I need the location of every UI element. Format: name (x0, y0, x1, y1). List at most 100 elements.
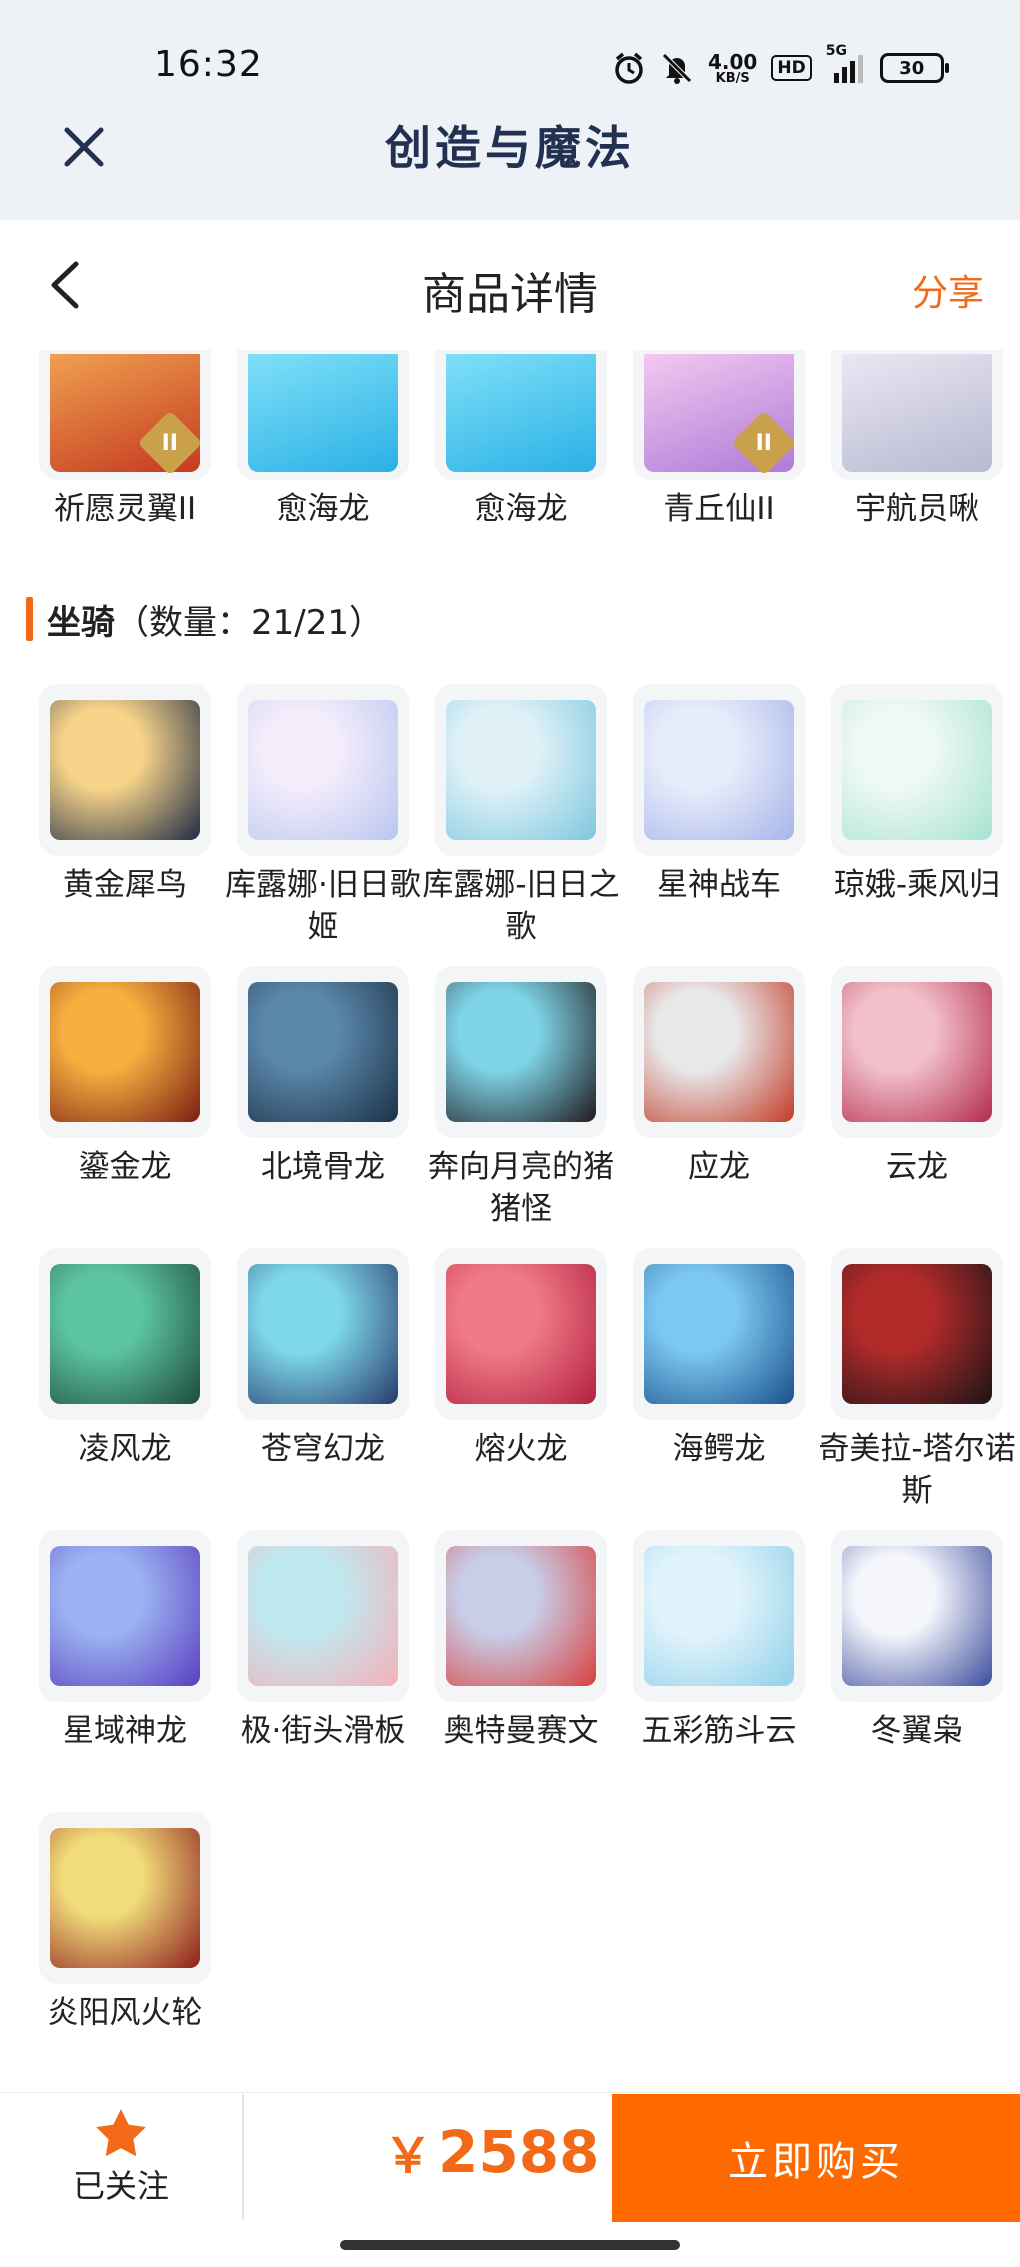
mount-item[interactable]: 奔向月亮的猪猪怪 (422, 966, 620, 1230)
mount-label: 凌风龙 (78, 1431, 172, 1467)
mount-image (446, 1546, 596, 1686)
mount-item[interactable]: 北境骨龙 (224, 966, 422, 1230)
mount-label: 奥特曼赛文 (443, 1713, 599, 1749)
mount-thumbnail (237, 1248, 409, 1420)
mount-image (248, 1546, 398, 1686)
mount-item[interactable]: 奥特曼赛文 (422, 1530, 620, 1752)
mount-item[interactable]: 琼娥-乘风归 (818, 684, 1016, 948)
mount-item[interactable]: 炎阳风火轮 (26, 1812, 224, 2034)
item-label: 宇航员啾 (855, 491, 979, 527)
mount-item[interactable]: 库露娜·旧日歌姬 (224, 684, 422, 948)
prev-item[interactable]: 愈海龙 (224, 350, 422, 530)
mount-image (644, 1264, 794, 1404)
mount-item[interactable]: 黄金犀鸟 (26, 684, 224, 948)
mount-image (248, 982, 398, 1122)
share-button[interactable]: 分享 (912, 264, 984, 316)
mounts-row: 凌风龙 苍穹幻龙 熔火龙 海鳄龙 奇美拉-塔尔诺斯 (26, 1248, 1016, 1512)
mount-item[interactable]: 冬翼枭 (818, 1530, 1016, 1752)
follow-label: 已关注 (72, 2167, 169, 2205)
mount-thumbnail (39, 966, 211, 1138)
mount-image (446, 1264, 596, 1404)
alarm-icon (612, 51, 646, 85)
mount-thumbnail (633, 684, 805, 856)
mount-label: 库露娜·旧日歌姬 (225, 867, 421, 945)
status-icons: 4.00 KB/S HD 5G 30 (612, 43, 949, 92)
mount-thumbnail (237, 1530, 409, 1702)
prev-item[interactable]: 宇航员啾 (818, 350, 1016, 530)
item-thumbnail: II (633, 350, 805, 480)
mount-item[interactable]: 奇美拉-塔尔诺斯 (818, 1248, 1016, 1512)
mount-item[interactable]: 鎏金龙 (26, 966, 224, 1230)
mount-item[interactable]: 海鳄龙 (620, 1248, 818, 1512)
section-title: 坐骑 (47, 602, 115, 643)
mount-label: 极·街头滑板 (240, 1713, 406, 1749)
mount-thumbnail (633, 1248, 805, 1420)
prev-item[interactable]: 愈海龙 (422, 350, 620, 530)
item-thumbnail (435, 350, 607, 480)
mount-item[interactable]: 应龙 (620, 966, 818, 1230)
mount-image (842, 1546, 992, 1686)
mount-thumbnail (633, 1530, 805, 1702)
section-accent-bar (26, 597, 33, 641)
mount-item[interactable]: 星域神龙 (26, 1530, 224, 1752)
price-value: 2588 (438, 2118, 600, 2186)
signal-icon: 5G (826, 43, 866, 85)
mount-label: 应龙 (688, 1149, 750, 1185)
follow-button[interactable]: 已关注 (0, 2092, 242, 2222)
ice-dragon-icon (248, 354, 398, 472)
mount-item[interactable]: 云龙 (818, 966, 1016, 1230)
mount-label: 炎阳风火轮 (47, 1995, 203, 2031)
item-label: 愈海龙 (474, 491, 568, 527)
buy-now-button[interactable]: 立即购买 (612, 2094, 1020, 2222)
battery-icon: 30 (879, 53, 949, 83)
app-title: 创造与魔法 (385, 121, 635, 175)
mount-label: 黄金犀鸟 (63, 867, 187, 903)
prev-item[interactable]: II 青丘仙II (620, 350, 818, 530)
mount-label: 琼娥-乘风归 (833, 867, 1001, 903)
mount-image (50, 982, 200, 1122)
mount-thumbnail (237, 684, 409, 856)
item-thumbnail: II (39, 350, 211, 480)
mount-image (842, 1264, 992, 1404)
item-thumbnail (237, 350, 409, 480)
mount-label: 海鳄龙 (672, 1431, 766, 1467)
mount-label: 苍穹幻龙 (261, 1431, 385, 1467)
prev-item[interactable]: II 祈愿灵翼II (26, 350, 224, 530)
mount-label: 库露娜-旧日之歌 (422, 867, 620, 945)
mount-thumbnail (435, 966, 607, 1138)
mount-item[interactable]: 极·街头滑板 (224, 1530, 422, 1752)
mount-label: 鎏金龙 (78, 1149, 172, 1185)
mount-label: 熔火龙 (474, 1431, 568, 1467)
mount-item[interactable]: 五彩筋斗云 (620, 1530, 818, 1752)
mount-item[interactable]: 库露娜-旧日之歌 (422, 684, 620, 948)
mount-image (446, 982, 596, 1122)
ice-dragon-icon (446, 354, 596, 472)
section-count: （数量：21/21） (115, 602, 383, 643)
price: ￥ 2588 (384, 2116, 599, 2186)
home-indicator[interactable] (340, 2240, 680, 2250)
mounts-row: 黄金犀鸟 库露娜·旧日歌姬 库露娜-旧日之歌 星神战车 琼娥-乘风归 (26, 684, 1003, 948)
hd-icon: HD (771, 55, 812, 81)
mount-item[interactable]: 凌风龙 (26, 1248, 224, 1512)
mount-image (50, 1546, 200, 1686)
mount-image (248, 700, 398, 840)
mount-item[interactable]: 星神战车 (620, 684, 818, 948)
price-currency: ￥ (384, 2128, 433, 2184)
page-title: 商品详情 (422, 269, 598, 320)
mount-thumbnail (435, 1530, 607, 1702)
mount-item[interactable]: 熔火龙 (422, 1248, 620, 1512)
mount-image (446, 700, 596, 840)
mounts-row: 鎏金龙 北境骨龙 奔向月亮的猪猪怪 应龙 云龙 (26, 966, 1003, 1230)
mount-label: 星域神龙 (63, 1713, 187, 1749)
mount-item[interactable]: 苍穹幻龙 (224, 1248, 422, 1512)
mount-image (50, 700, 200, 840)
mount-image (644, 700, 794, 840)
item-label: 祈愿灵翼II (53, 491, 197, 527)
mount-image (50, 1828, 200, 1968)
mount-thumbnail (39, 1530, 211, 1702)
item-label: 青丘仙II (663, 491, 775, 527)
mount-label: 五彩筋斗云 (641, 1713, 797, 1749)
mount-thumbnail (831, 684, 1003, 856)
item-thumbnail (831, 350, 1003, 480)
mount-image (50, 1264, 200, 1404)
